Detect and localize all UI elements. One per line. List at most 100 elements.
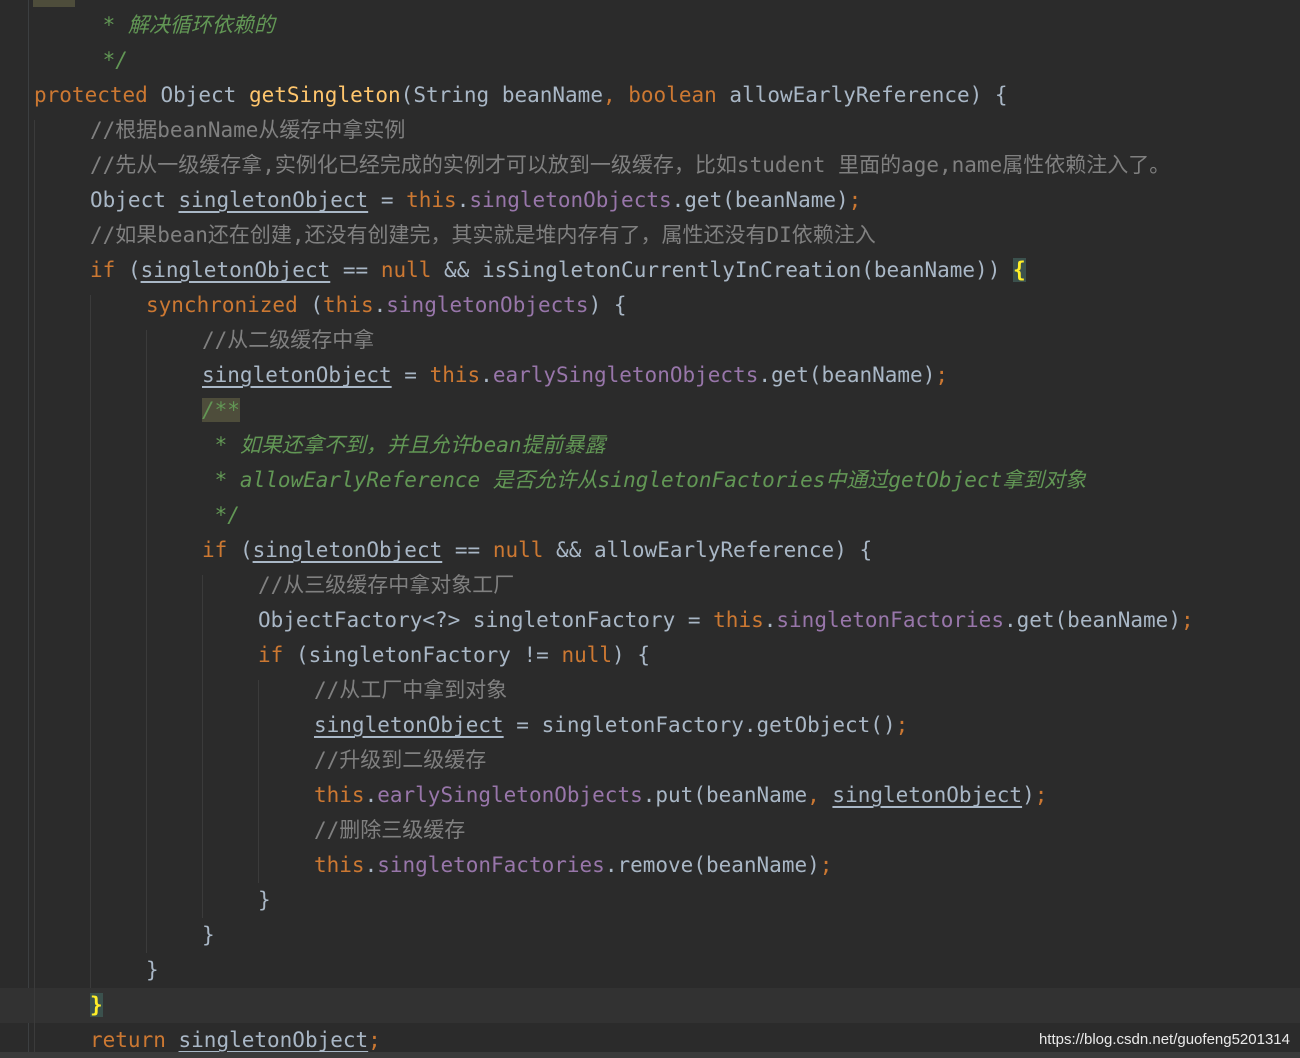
code-token: boolean [628, 83, 730, 107]
code-line[interactable]: synchronized (this.singletonObjects) { [146, 288, 627, 323]
code-token: .remove(beanName) [604, 853, 820, 877]
code-token: { [1013, 258, 1026, 282]
code-token: this [314, 853, 365, 877]
code-token: singletonFactories [776, 608, 1004, 632]
code-token: if [202, 538, 240, 562]
code-token: null [561, 643, 613, 667]
code-line[interactable]: */ [90, 43, 128, 78]
code-token: synchronized [146, 293, 311, 317]
code-token: earlySingletonObjects [492, 363, 759, 387]
indent-guide [146, 330, 147, 953]
code-line[interactable]: this.earlySingletonObjects.put(beanName,… [314, 778, 1047, 813]
code-token: singletonFactories [377, 853, 605, 877]
code-line[interactable]: } [90, 988, 103, 1023]
code-token: * allowEarlyReference 是否允许从singletonFact… [202, 468, 1087, 492]
code-line[interactable]: //从二级缓存中拿 [202, 323, 374, 358]
code-line[interactable]: //从三级缓存中拿对象工厂 [258, 568, 514, 603]
code-token: . [456, 188, 470, 212]
code-token: && isSingletonCurrentlyInCreation(beanNa… [444, 258, 1013, 282]
code-line[interactable]: //删除三级缓存 [314, 813, 465, 848]
code-token: //删除三级缓存 [314, 818, 466, 842]
code-token: protected [34, 83, 161, 107]
code-token: this [314, 783, 365, 807]
code-token: * 如果还拿不到，并且允许bean提前暴露 [202, 433, 606, 457]
code-token: if [90, 258, 128, 282]
code-line[interactable]: * allowEarlyReference 是否允许从singletonFact… [202, 463, 1087, 498]
code-token: earlySingletonObjects [377, 783, 643, 807]
code-editor[interactable]: * 解决循环依赖的 */ protected Object getSingleto… [0, 0, 1300, 1058]
code-token: , [602, 83, 629, 107]
code-token: null [380, 258, 445, 282]
code-line[interactable]: Object singletonObject = this.singletonO… [90, 183, 861, 218]
code-line[interactable]: } [146, 953, 159, 988]
code-token: singletonObject [202, 363, 392, 387]
code-token: ; [368, 1028, 381, 1052]
code-line[interactable]: * 解决循环依赖的 [90, 8, 275, 43]
code-token: singletonObject [252, 538, 443, 562]
code-token: if [258, 643, 296, 667]
code-token: /** [202, 398, 240, 422]
code-token: ; [1034, 783, 1048, 807]
code-token: allowEarlyReference) { [729, 83, 1008, 107]
code-token: , [807, 783, 833, 807]
code-token: singletonObject [140, 258, 331, 282]
code-token: */ [202, 503, 240, 527]
code-line[interactable]: * 如果还拿不到，并且允许bean提前暴露 [202, 428, 606, 463]
code-line[interactable]: //从工厂中拿到对象 [314, 673, 507, 708]
code-token: ; [1180, 608, 1194, 632]
code-line[interactable]: //先从一级缓存拿,实例化已经完成的实例才可以放到一级缓存，比如student … [90, 148, 1170, 183]
code-token: Object [90, 188, 179, 212]
code-token: .get(beanName) [758, 363, 936, 387]
code-line[interactable]: //根据beanName从缓存中拿实例 [90, 113, 405, 148]
code-line[interactable]: } [258, 883, 271, 918]
code-token: == [442, 538, 493, 562]
code-line[interactable]: } [202, 918, 215, 953]
code-line[interactable]: singletonObject = this.earlySingletonObj… [202, 358, 948, 393]
code-token: //从工厂中拿到对象 [314, 678, 508, 702]
code-token: ; [935, 363, 949, 387]
bottom-scrollbar[interactable] [0, 1052, 1300, 1058]
code-token: = singletonFactory.getObject() [503, 713, 896, 737]
code-token: == [330, 258, 381, 282]
code-line[interactable]: protected Object getSingleton(String bea… [34, 78, 1008, 113]
code-token: } [90, 993, 103, 1017]
code-token: null [492, 538, 557, 562]
code-line[interactable]: if (singletonFactory != null) { [258, 638, 650, 673]
code-token: ) [1022, 783, 1035, 807]
code-line[interactable]: if (singletonObject == null && isSinglet… [90, 253, 1026, 288]
code-token: ) { [612, 643, 650, 667]
code-token: ; [819, 853, 833, 877]
code-token: } [202, 923, 215, 947]
code-token: ( [239, 538, 253, 562]
code-line[interactable]: this.singletonFactories.remove(beanName)… [314, 848, 832, 883]
code-token: .get(beanName) [1003, 608, 1181, 632]
code-token: singletonObject [178, 1028, 369, 1052]
code-token: singletonObject [832, 783, 1023, 807]
code-token: this [713, 608, 764, 632]
code-line[interactable]: */ [202, 498, 240, 533]
code-token: //从二级缓存中拿 [202, 328, 375, 352]
indent-guide [90, 295, 91, 988]
indent-guide [258, 680, 259, 883]
code-token: singletonObjects [469, 188, 672, 212]
code-token: ( [127, 258, 141, 282]
code-token: . [763, 608, 777, 632]
code-token: } [258, 888, 271, 912]
indent-guide [202, 575, 203, 918]
watermark: https://blog.csdn.net/guofeng5201314 [1038, 1031, 1290, 1048]
indent-guide [34, 120, 35, 1058]
code-line[interactable]: ObjectFactory<?> singletonFactory = this… [258, 603, 1194, 638]
code-line[interactable]: if (singletonObject == null && allowEarl… [202, 533, 872, 568]
code-token: //升级到二级缓存 [314, 748, 487, 772]
code-token: //从三级缓存中拿对象工厂 [258, 573, 515, 597]
code-token: //如果bean还在创建,还没有创建完，其实就是堆内存有了，属性还没有DI依赖注… [90, 223, 876, 247]
code-line[interactable]: //如果bean还在创建,还没有创建完，其实就是堆内存有了，属性还没有DI依赖注… [90, 218, 876, 253]
code-line[interactable]: /** [202, 393, 240, 428]
code-token: return [90, 1028, 179, 1052]
code-line[interactable]: //升级到二级缓存 [314, 743, 486, 778]
code-line[interactable]: singletonObject = singletonFactory.getOb… [314, 708, 908, 743]
code-token: //先从一级缓存拿,实例化已经完成的实例才可以放到一级缓存，比如student … [90, 153, 1171, 177]
code-token: = [391, 363, 430, 387]
code-token: . [480, 363, 493, 387]
code-token: ( [310, 293, 324, 317]
